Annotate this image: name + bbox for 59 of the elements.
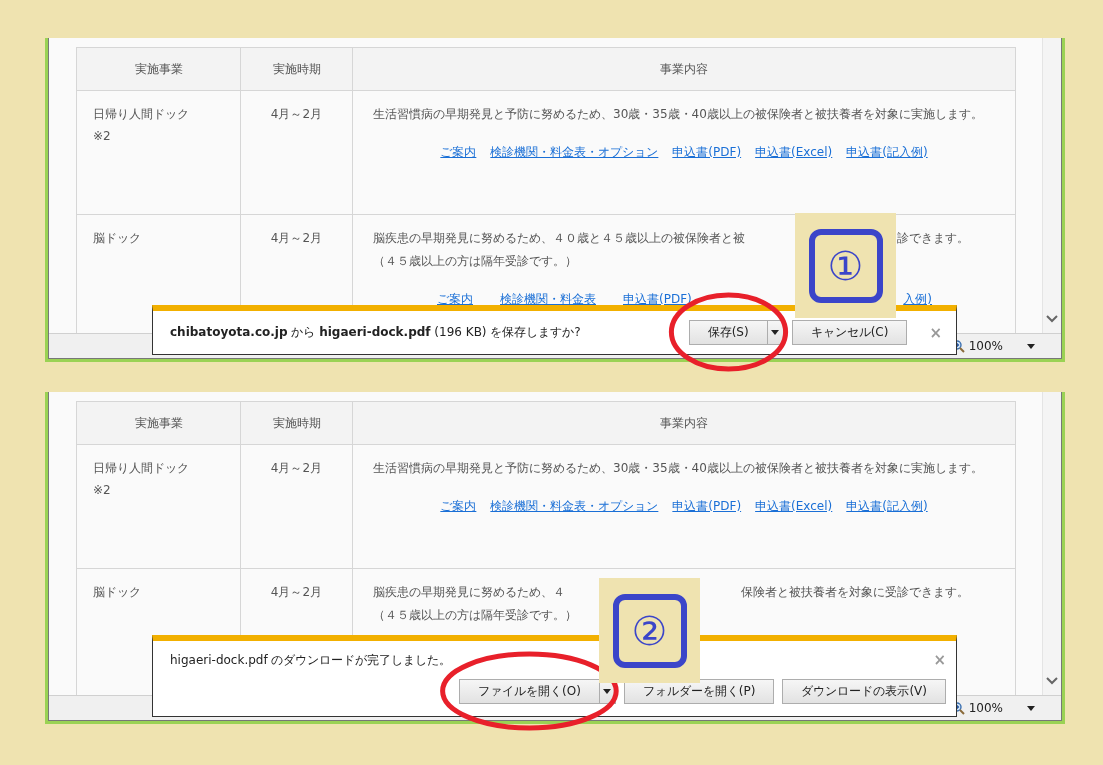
program-name: 脳ドック [93,230,142,247]
dialog-button[interactable]: 保存(S) [688,320,768,345]
notification-message: higaeri-dock.pdf のダウンロードが完了しました。 [170,651,453,669]
column-header: 事業内容 [352,47,1016,91]
period-text: 4月～2月 [269,106,324,123]
document-link[interactable]: 検診機関・料金表・オプション [490,144,659,161]
period-text: 4月～2月 [269,460,324,477]
dialog-button[interactable]: フォルダーを開く(P) [623,679,775,704]
description-text: 脳疾患の早期発見に努めるため、４ [373,584,565,601]
step-badge: ② [599,578,700,683]
description-text: 生活習慣病の早期発見と予防に努めるため、30歳・35歳・40歳以上の被保険者と被扶養者を対象に実施します。 [373,460,983,477]
chevron-down-icon[interactable] [1046,677,1058,685]
column-header: 実施事業 [76,47,241,91]
document-link[interactable]: 検診機関・料金表・オプション [490,498,659,515]
step-badge: ① [795,213,896,318]
footnote-mark: ※2 [93,128,112,145]
description-text: （４５歳以上の方は隔年受診です。） [373,253,577,270]
dialog-button[interactable]: ダウンロードの表示(V) [782,679,946,704]
caret-icon[interactable] [1027,705,1035,711]
caret-icon[interactable] [1027,343,1035,349]
close-button[interactable]: × [933,651,946,669]
document-link[interactable]: 申込書(PDF) [623,291,692,308]
document-link[interactable]: 検診機関・料金表 [500,291,596,308]
document-link[interactable]: 申込書(PDF) [672,498,742,515]
notification-message: chibatoyota.co.jp から higaeri-dock.pdf (196 KB) を保存しますか? [170,324,582,341]
document-link[interactable]: 申込書(記入例) [846,144,928,161]
dialog-button[interactable]: キャンセル(C) [791,320,908,345]
footnote-mark: ※2 [93,482,112,499]
scrollbar[interactable] [1042,392,1061,695]
program-name: 脳ドック [93,584,142,601]
column-header: 実施時期 [240,47,353,91]
dialog-button[interactable]: ファイルを開く(O) [459,679,600,704]
document-link[interactable]: ご案内 [437,291,473,308]
period-text: 4月～2月 [269,584,324,601]
description-text: 保険者と被扶養者を対象に受診できます。 [741,584,969,601]
column-header: 実施事業 [76,401,241,445]
document-link[interactable]: 入例) [903,291,932,308]
period-text: 4月～2月 [269,230,324,247]
program-name: 日帰り人間ドック [93,460,190,477]
column-header: 実施時期 [240,401,353,445]
description-text: 脳疾患の早期発見に努めるため、４０歳と４５歳以上の被保険者と被 [373,230,745,247]
program-name: 日帰り人間ドック [93,106,190,123]
chevron-down-icon[interactable] [1046,315,1058,323]
document-link[interactable]: 申込書(PDF) [672,144,742,161]
zoom-level[interactable]: 100% [968,701,1003,715]
description-text: 生活習慣病の早期発見と予防に努めるため、30歳・35歳・40歳以上の被保険者と被扶養者を対象に実施します。 [373,106,983,123]
close-button[interactable]: × [929,323,942,342]
description-text: 診できます。 [897,230,969,247]
scrollbar[interactable] [1042,38,1061,333]
document-link[interactable]: 申込書(Excel) [755,144,833,161]
document-link[interactable]: 申込書(Excel) [755,498,833,515]
zoom-level[interactable]: 100% [968,339,1003,353]
column-header: 事業内容 [352,401,1016,445]
caret-icon [771,330,780,335]
document-link[interactable]: 申込書(記入例) [846,498,928,515]
description-text: （４５歳以上の方は隔年受診です。） [373,607,577,624]
document-link[interactable]: ご案内 [440,144,477,161]
document-link[interactable]: ご案内 [440,498,477,515]
caret-icon [603,689,612,694]
